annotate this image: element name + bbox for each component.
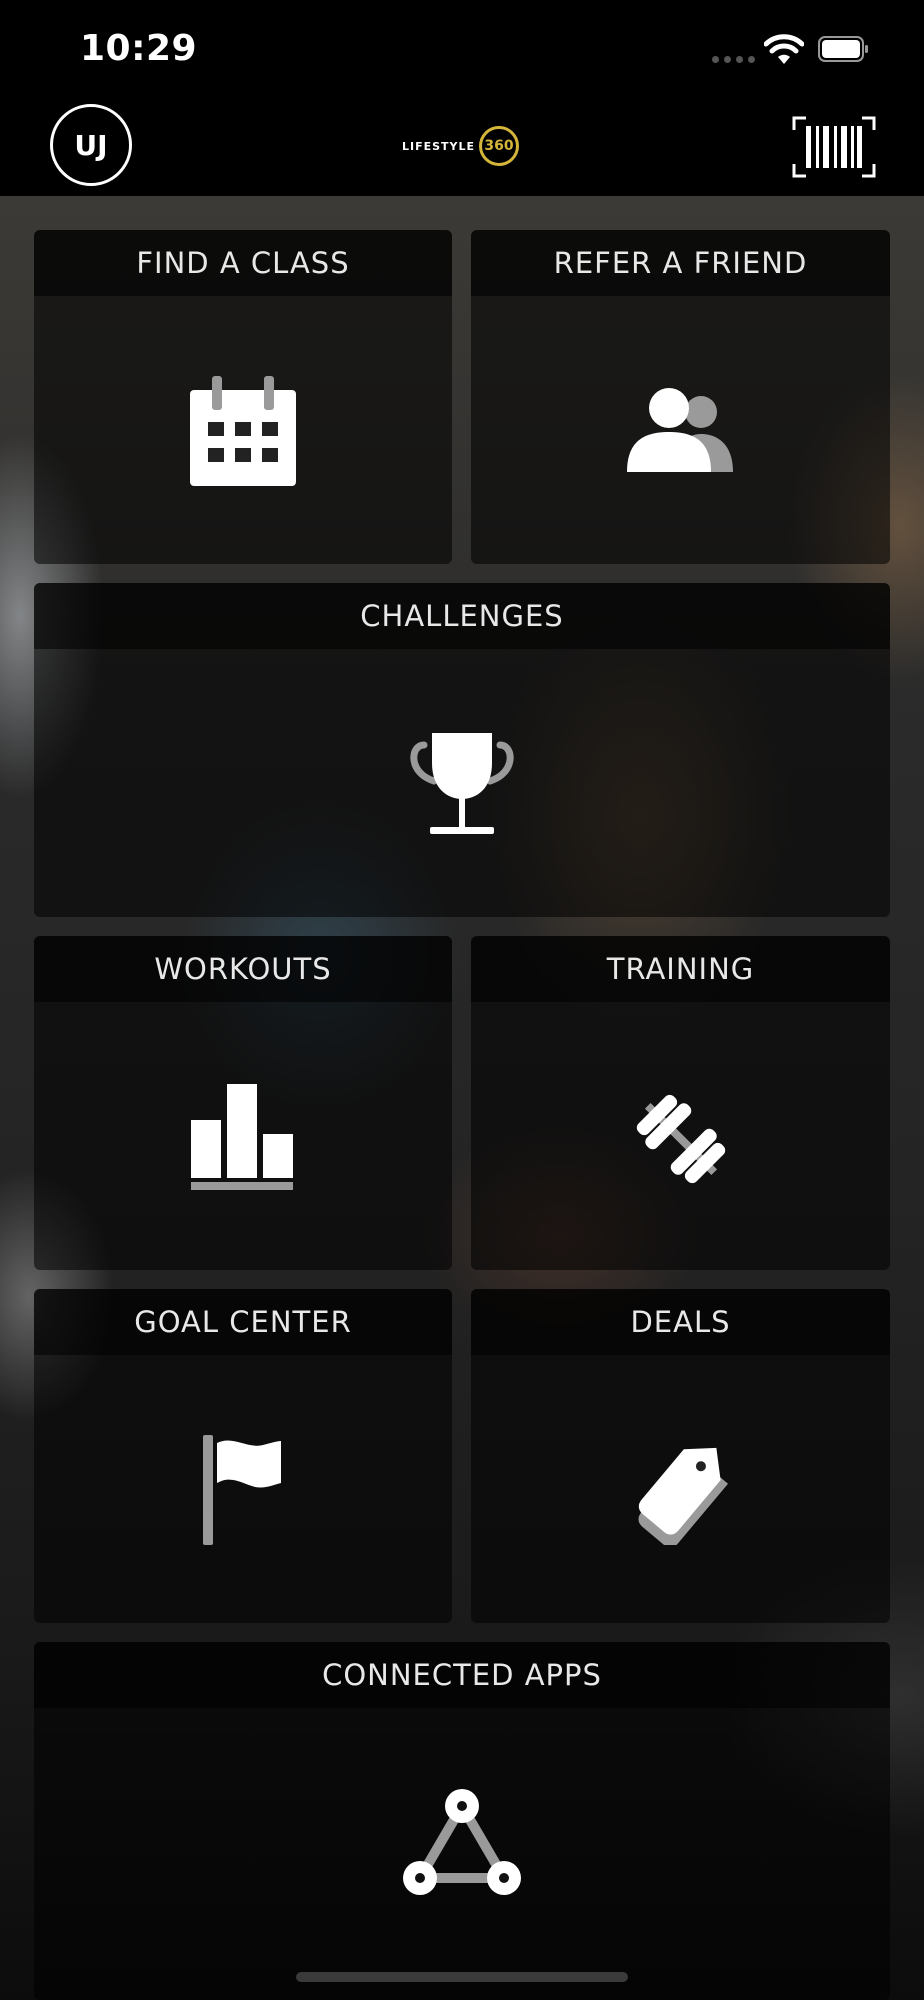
cellular-signal-icon — [712, 56, 755, 63]
flag-icon — [203, 1435, 281, 1545]
tile-connected-apps[interactable]: CONNECTED APPS — [34, 1642, 890, 2000]
tile-goal-center[interactable]: GOAL CENTER — [34, 1289, 452, 1623]
tile-title: WORKOUTS — [34, 936, 452, 1002]
network-icon — [403, 1789, 521, 1895]
bar-chart-icon — [191, 1084, 293, 1190]
tile-training[interactable]: TRAINING — [471, 936, 890, 1270]
status-bar: 10:29 — [0, 0, 924, 100]
tile-title: CONNECTED APPS — [34, 1642, 890, 1708]
tile-title: REFER A FRIEND — [471, 230, 890, 296]
logo-text: LIFESTYLE — [402, 139, 476, 153]
tile-title: TRAINING — [471, 936, 890, 1002]
tile-title: DEALS — [471, 1289, 890, 1355]
tile-title: CHALLENGES — [34, 583, 890, 649]
tile-workouts[interactable]: WORKOUTS — [34, 936, 452, 1270]
tile-title: FIND A CLASS — [34, 230, 452, 296]
tile-refer-a-friend[interactable]: REFER A FRIEND — [471, 230, 890, 564]
home-indicator[interactable] — [296, 1972, 628, 1982]
logo-ring: 360 — [479, 126, 520, 166]
tile-find-a-class[interactable]: FIND A CLASS — [34, 230, 452, 564]
trophy-icon — [410, 733, 514, 834]
dumbbell-icon — [636, 1094, 725, 1184]
tile-deals[interactable]: DEALS — [471, 1289, 890, 1623]
tile-challenges[interactable]: CHALLENGES — [34, 583, 890, 917]
battery-icon — [818, 36, 868, 62]
profile-avatar-button[interactable]: UJ — [50, 104, 132, 186]
avatar-initials: UJ — [74, 128, 108, 162]
status-time: 10:29 — [80, 28, 198, 69]
app-header: UJ LIFESTYLE 360 — [0, 100, 924, 196]
wifi-icon — [764, 34, 804, 64]
tile-title: GOAL CENTER — [34, 1289, 452, 1355]
logo-number: 360 — [484, 138, 514, 154]
barcode-scan-button[interactable] — [792, 116, 876, 178]
people-icon — [626, 388, 733, 472]
app-logo: LIFESTYLE 360 — [402, 124, 520, 168]
calendar-icon — [190, 376, 296, 486]
tag-icon — [638, 1447, 728, 1545]
